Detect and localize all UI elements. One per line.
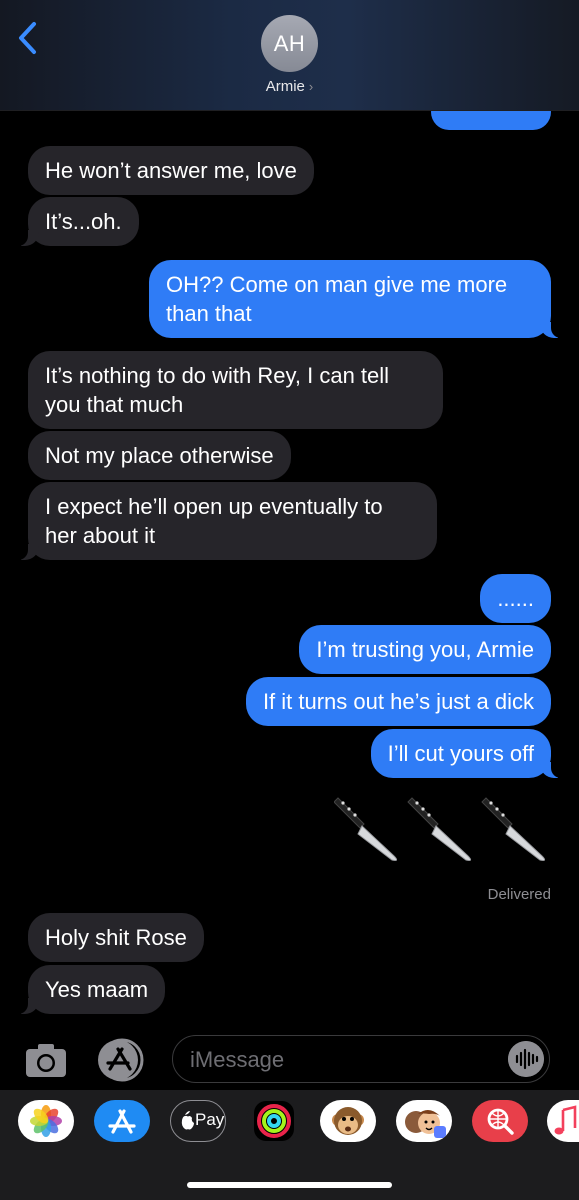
chevron-left-icon[interactable] bbox=[14, 18, 44, 58]
home-indicator[interactable] bbox=[187, 1182, 392, 1188]
apple-pay-label: Pay bbox=[195, 1110, 225, 1129]
message-bubble[interactable]: OH?? Come on man give me more than that bbox=[149, 260, 563, 338]
message-bubble[interactable]: I’ll cut yours off bbox=[370, 729, 564, 778]
camera-icon[interactable] bbox=[24, 1040, 68, 1080]
knife-emoji bbox=[407, 797, 472, 861]
chevron-right-icon: › bbox=[308, 79, 314, 94]
conversation-header: AH Armie › bbox=[0, 0, 579, 111]
message-bubble[interactable]: It’s nothing to do with Rey, I can tell … bbox=[28, 351, 443, 429]
message-bubble[interactable]: ...... bbox=[480, 574, 551, 623]
message-bubble[interactable]: I expect he’ll open up eventually to her… bbox=[16, 482, 437, 560]
memoji-stickers-icon[interactable] bbox=[396, 1100, 452, 1142]
app-store-icon[interactable] bbox=[94, 1100, 150, 1142]
message-input[interactable]: iMessage bbox=[172, 1035, 550, 1083]
app-store-icon[interactable] bbox=[96, 1038, 148, 1082]
message-bubble[interactable]: Holy shit Rose bbox=[28, 913, 204, 962]
message-bubble[interactable]: If it turns out he’s just a dick bbox=[245, 677, 551, 726]
activity-icon[interactable] bbox=[246, 1100, 302, 1142]
music-icon[interactable] bbox=[547, 1100, 579, 1142]
apple-pay-icon[interactable]: Pay bbox=[170, 1100, 226, 1142]
contact-name: Armie bbox=[265, 78, 305, 95]
compose-bar: iMessage bbox=[0, 1030, 579, 1090]
web-search-icon[interactable] bbox=[472, 1100, 528, 1142]
emoji-message[interactable] bbox=[334, 794, 550, 866]
monkey-animoji-icon[interactable] bbox=[320, 1100, 376, 1142]
message-bubble[interactable]: It’s...oh. bbox=[16, 197, 139, 246]
message-thread: He won’t answer me, love It’s...oh. OH??… bbox=[0, 94, 579, 1030]
waveform-icon[interactable] bbox=[508, 1041, 544, 1077]
message-bubble[interactable]: Yes maam bbox=[15, 965, 166, 1014]
delivered-status: Delivered bbox=[487, 886, 551, 903]
knife-emoji bbox=[334, 797, 398, 861]
message-input-placeholder: iMessage bbox=[190, 1047, 285, 1072]
knife-emoji bbox=[481, 797, 546, 861]
photos-icon[interactable] bbox=[18, 1100, 74, 1142]
message-bubble[interactable]: He won’t answer me, love bbox=[28, 146, 314, 195]
message-bubble[interactable]: I’m trusting you, Armie bbox=[299, 625, 551, 674]
contact-name-button[interactable]: Armie › bbox=[0, 78, 579, 95]
avatar[interactable]: AH bbox=[261, 15, 318, 72]
message-bubble[interactable]: Not my place otherwise bbox=[28, 431, 291, 480]
